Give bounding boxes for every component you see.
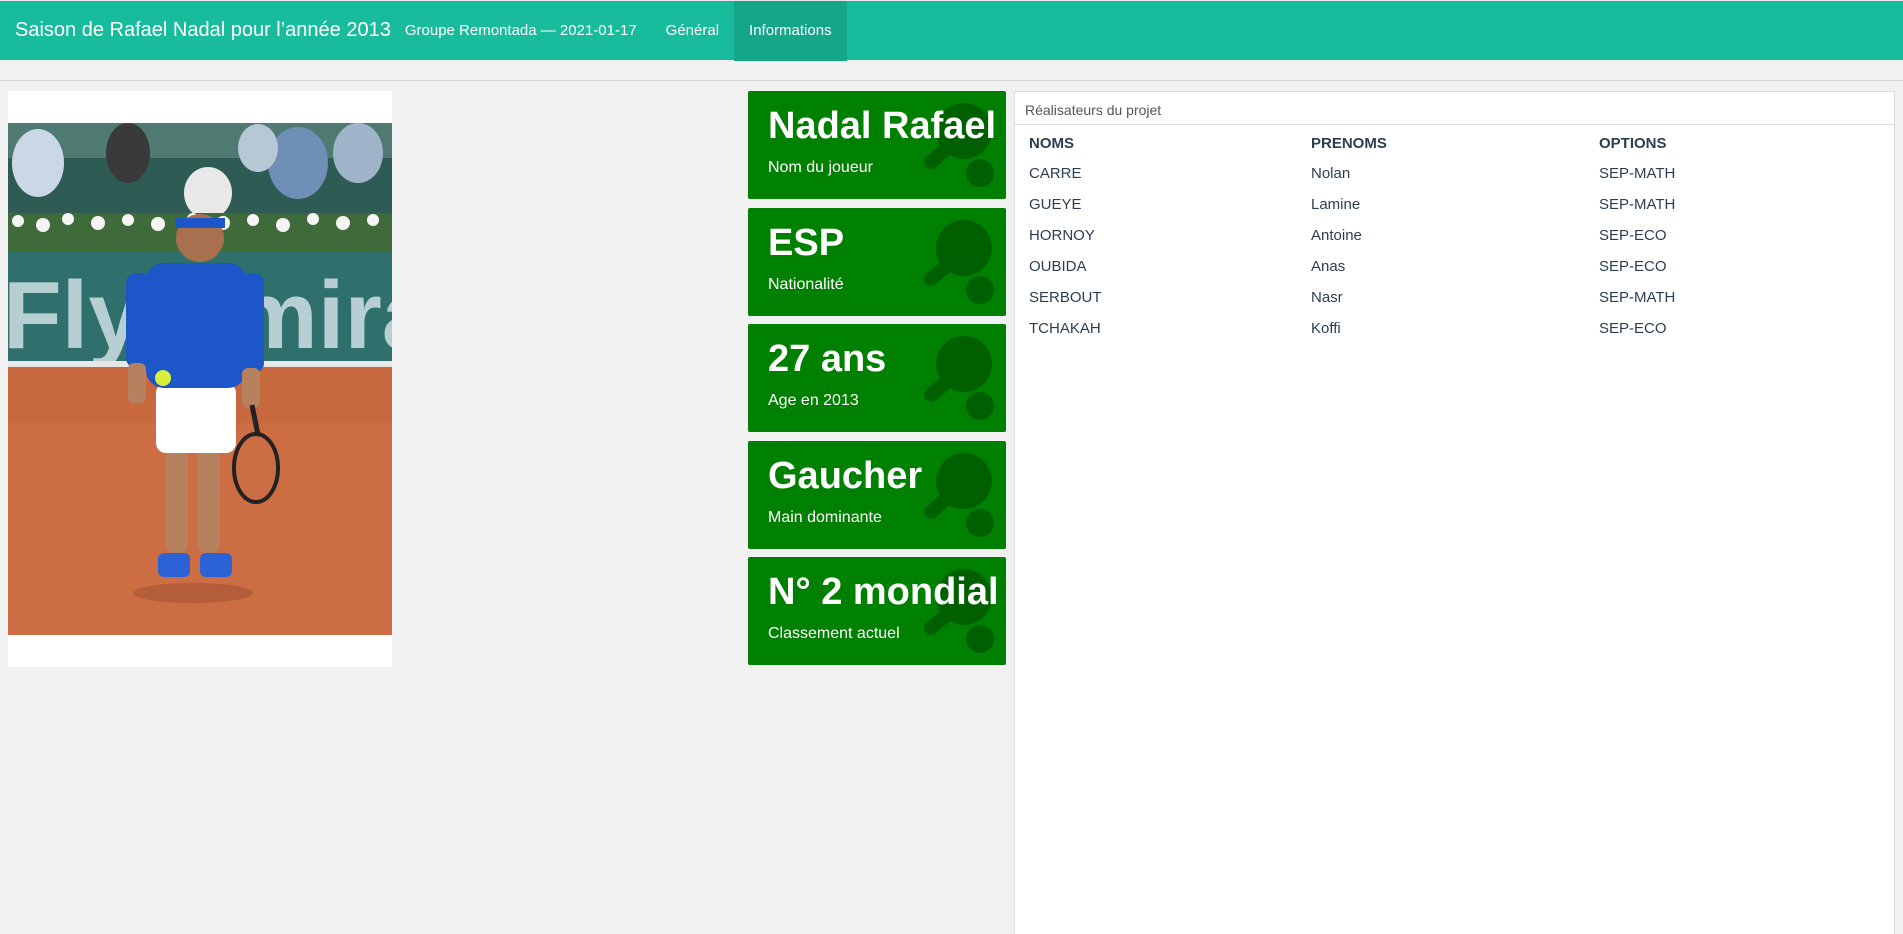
cell-nom: OUBIDA xyxy=(1029,258,1087,275)
valuebox-label: Classement actuel xyxy=(768,625,900,642)
table-header-row: NOMS PRENOMS OPTIONS xyxy=(1029,128,1879,158)
table-tennis-icon xyxy=(924,453,994,537)
cell-nom: TCHAKAH xyxy=(1029,320,1101,337)
table-row: OUBIDA Anas SEP-ECO xyxy=(1029,251,1879,282)
cell-prenom: Anas xyxy=(1311,258,1346,275)
valuebox-value: 27 ans xyxy=(768,338,887,380)
valuebox-value: ESP xyxy=(768,222,845,264)
valuebox-nationality: ESP Nationalité xyxy=(748,208,1006,316)
cell-option: SEP-ECO xyxy=(1599,320,1667,337)
valuebox-label: Nationalité xyxy=(768,276,844,293)
cell-option: SEP-ECO xyxy=(1599,258,1667,275)
cell-option: SEP-MATH xyxy=(1599,196,1676,213)
cell-prenom: Lamine xyxy=(1311,196,1361,213)
nav-tabs: Général Informations xyxy=(651,0,847,61)
valuebox-label: Main dominante xyxy=(768,509,882,526)
cell-option: SEP-MATH xyxy=(1599,165,1676,182)
cell-prenom: Antoine xyxy=(1311,227,1362,244)
column-header-options: OPTIONS xyxy=(1599,134,1667,152)
valuebox-age: 27 ans Age en 2013 xyxy=(748,324,1006,432)
valuebox-label: Age en 2013 xyxy=(768,392,859,409)
app-subtitle: Groupe Remontada — 2021-01-17 xyxy=(404,22,637,39)
table-row: GUEYE Lamine SEP-MATH xyxy=(1029,189,1879,220)
column-header-noms: NOMS xyxy=(1029,134,1074,152)
cell-option: SEP-MATH xyxy=(1599,289,1676,306)
valuebox-value: Nadal Rafael xyxy=(768,105,997,147)
divider xyxy=(0,80,1903,81)
tab-informations[interactable]: Informations xyxy=(734,0,847,61)
navbar: Saison de Rafael Nadal pour l’année 2013… xyxy=(0,0,1903,61)
panel-heading: Réalisateurs du projet xyxy=(1015,92,1894,125)
cell-nom: HORNOY xyxy=(1029,227,1095,244)
cell-prenom: Koffi xyxy=(1311,320,1341,337)
table-row: HORNOY Antoine SEP-ECO xyxy=(1029,220,1879,251)
column-header-prenoms: PRENOMS xyxy=(1311,134,1387,152)
table-row: TCHAKAH Koffi SEP-ECO xyxy=(1029,313,1879,344)
valuebox-ranking: N° 2 mondial Classement actuel xyxy=(748,557,1006,665)
cell-prenom: Nolan xyxy=(1311,165,1351,182)
valuebox-dominant-hand: Gaucher Main dominante xyxy=(748,441,1006,549)
app-title[interactable]: Saison de Rafael Nadal pour l’année 2013 xyxy=(15,19,391,42)
table-row: SERBOUT Nasr SEP-MATH xyxy=(1029,282,1879,313)
valuebox-value: Gaucher xyxy=(768,455,923,497)
team-panel: Réalisateurs du projet NOMS PRENOMS OPTI… xyxy=(1014,91,1895,934)
table-tennis-icon xyxy=(924,336,994,420)
valuebox-label: Nom du joueur xyxy=(768,159,873,176)
player-photo: Fly Emira xyxy=(8,123,392,635)
player-photo-card: Fly Emira xyxy=(8,91,392,667)
cell-option: SEP-ECO xyxy=(1599,227,1667,244)
valuebox-player-name: Nadal Rafael Nom du joueur xyxy=(748,91,1006,199)
cell-nom: GUEYE xyxy=(1029,196,1082,213)
tab-general[interactable]: Général xyxy=(651,1,734,61)
table-row: CARRE Nolan SEP-MATH xyxy=(1029,158,1879,189)
cell-prenom: Nasr xyxy=(1311,289,1343,306)
cell-nom: CARRE xyxy=(1029,165,1082,182)
table-tennis-icon xyxy=(924,220,994,304)
cell-nom: SERBOUT xyxy=(1029,289,1102,306)
team-table: NOMS PRENOMS OPTIONS CARRE Nolan SEP-MAT… xyxy=(1029,128,1879,344)
valuebox-value: N° 2 mondial xyxy=(768,571,999,613)
